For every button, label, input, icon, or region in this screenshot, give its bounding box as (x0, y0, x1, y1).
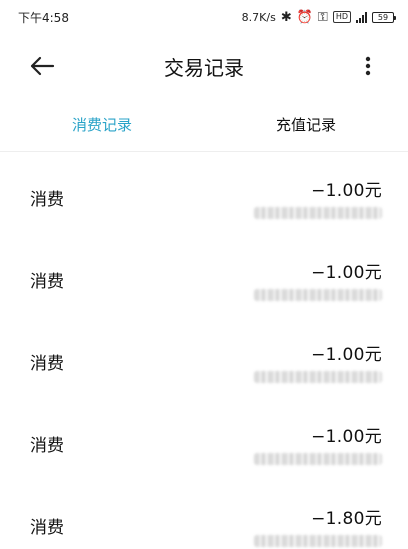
record-time-redacted (254, 452, 382, 465)
battery-icon: 59 (372, 11, 396, 23)
record-details: −1.00元 (254, 258, 382, 301)
transaction-records-screen: 下午4:58 8.7K/s ✱ ⏰ ⚿ HD 59 交易记录 消费记录 充值记录… (0, 0, 408, 549)
status-time: 下午4:58 (18, 10, 69, 25)
record-amount: −1.80元 (311, 508, 382, 529)
record-tabs: 消费记录 充值记录 (0, 98, 408, 152)
status-icons: 8.7K/s ✱ ⏰ ⚿ HD 59 (241, 9, 396, 25)
record-amount: −1.00元 (311, 180, 382, 201)
tab-consumption-records[interactable]: 消费记录 (0, 114, 204, 135)
battery-level: 59 (377, 12, 389, 22)
more-options-button[interactable] (348, 42, 388, 90)
more-vertical-icon (365, 56, 371, 76)
record-details: −1.80元 (254, 504, 382, 547)
record-time-redacted (254, 288, 382, 301)
record-time-redacted (254, 534, 382, 547)
record-type: 消费 (30, 271, 64, 292)
back-button[interactable] (12, 42, 72, 90)
app-bar: 交易记录 (0, 34, 408, 98)
record-amount: −1.00元 (311, 262, 382, 283)
record-amount: −1.00元 (311, 344, 382, 365)
status-bar: 下午4:58 8.7K/s ✱ ⏰ ⚿ HD 59 (0, 0, 408, 34)
record-type: 消费 (30, 435, 64, 456)
record-time-redacted (254, 370, 382, 383)
list-item[interactable]: 消费 −1.00元 (0, 402, 408, 484)
network-speed: 8.7K/s (241, 10, 276, 24)
bluetooth-icon: ✱ (280, 9, 292, 25)
signal-icon (356, 11, 367, 23)
record-details: −1.00元 (254, 340, 382, 383)
list-item[interactable]: 消费 −1.00元 (0, 156, 408, 238)
hd-icon: HD (332, 11, 351, 23)
record-amount: −1.00元 (311, 426, 382, 447)
records-list: 消费 −1.00元 消费 −1.00元 消费 −1.00元 消费 −1.00元 (0, 152, 408, 549)
arrow-left-icon (30, 56, 55, 76)
alarm-icon: ⏰ (296, 9, 313, 25)
record-details: −1.00元 (254, 422, 382, 465)
list-item[interactable]: 消费 −1.00元 (0, 320, 408, 402)
record-type: 消费 (30, 517, 64, 538)
tab-recharge-records[interactable]: 充值记录 (204, 114, 408, 135)
list-item[interactable]: 消费 −1.80元 (0, 484, 408, 549)
record-details: −1.00元 (254, 176, 382, 219)
record-type: 消费 (30, 189, 64, 210)
list-item[interactable]: 消费 −1.00元 (0, 238, 408, 320)
record-type: 消费 (30, 353, 64, 374)
key-icon: ⚿ (317, 9, 328, 25)
record-time-redacted (254, 206, 382, 219)
